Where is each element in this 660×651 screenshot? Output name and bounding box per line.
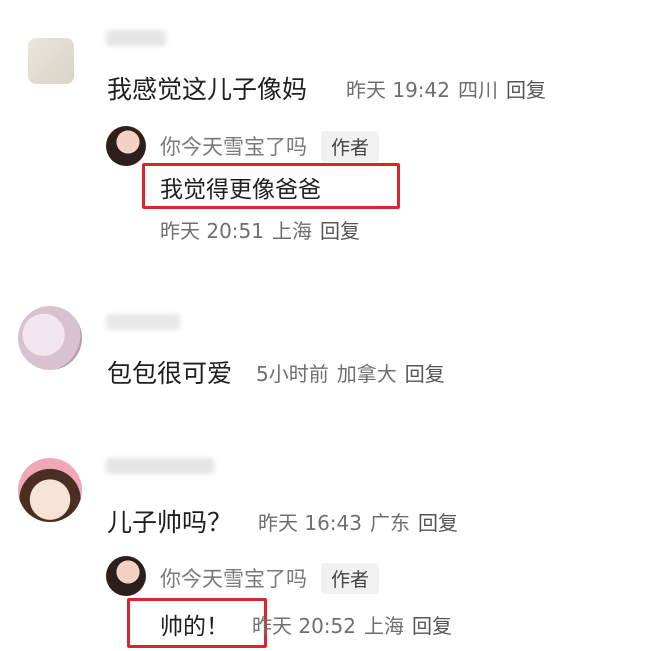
comment-1-location: 四川 bbox=[458, 78, 498, 102]
author-avatar[interactable] bbox=[106, 556, 146, 596]
reply-3-header: 你今天雪宝了吗 作者 bbox=[160, 563, 380, 594]
comment-1-time: 昨天 19:42 bbox=[346, 78, 450, 102]
commenter-3-avatar[interactable] bbox=[18, 458, 82, 522]
reply-1-reply-button[interactable]: 回复 bbox=[320, 219, 360, 243]
comment-2-reply-button[interactable]: 回复 bbox=[405, 362, 445, 386]
comment-2-meta: 5小时前 加拿大 回复 bbox=[256, 358, 453, 387]
comment-1-reply-button[interactable]: 回复 bbox=[506, 78, 546, 102]
reply-3-username[interactable]: 你今天雪宝了吗 bbox=[160, 567, 307, 591]
comment-2-time: 5小时前 bbox=[256, 362, 329, 386]
comment-3-time: 昨天 16:43 bbox=[258, 511, 362, 535]
reply-3-meta: 昨天 20:52 上海 回复 bbox=[252, 610, 460, 639]
commenter-2-name-blurred bbox=[106, 314, 180, 330]
reply-1-meta: 昨天 20:51 上海 回复 bbox=[160, 215, 368, 244]
author-avatar[interactable] bbox=[106, 126, 146, 166]
comment-1-text: 我感觉这儿子像妈 bbox=[107, 75, 308, 104]
comment-3-location: 广东 bbox=[370, 511, 410, 535]
reply-1-username[interactable]: 你今天雪宝了吗 bbox=[160, 135, 307, 159]
reply-1-location: 上海 bbox=[272, 219, 312, 243]
author-badge: 作者 bbox=[321, 563, 380, 594]
reply-3-time: 昨天 20:52 bbox=[252, 614, 356, 638]
commenter-2-avatar[interactable] bbox=[18, 306, 82, 370]
commenter-1-name-blurred bbox=[106, 30, 166, 46]
comment-3-text: 儿子帅吗？ bbox=[107, 508, 233, 537]
commenter-3-name-blurred bbox=[106, 458, 214, 474]
comment-2-text: 包包很可爱 bbox=[107, 359, 233, 388]
reply-3-reply-button[interactable]: 回复 bbox=[412, 614, 452, 638]
comment-3-meta: 昨天 16:43 广东 回复 bbox=[258, 507, 466, 536]
comment-1-meta: 昨天 19:42 四川 回复 bbox=[346, 74, 554, 103]
comment-3-reply-button[interactable]: 回复 bbox=[418, 511, 458, 535]
reply-1-text: 我觉得更像爸爸 bbox=[160, 177, 321, 203]
author-badge: 作者 bbox=[321, 131, 380, 162]
reply-1-header: 你今天雪宝了吗 作者 bbox=[160, 131, 380, 162]
reply-1-time: 昨天 20:51 bbox=[160, 219, 264, 243]
commenter-1-avatar[interactable] bbox=[28, 38, 74, 84]
comment-2-location: 加拿大 bbox=[336, 362, 397, 386]
reply-3-text: 帅的！ bbox=[160, 614, 229, 640]
reply-3-location: 上海 bbox=[364, 614, 404, 638]
